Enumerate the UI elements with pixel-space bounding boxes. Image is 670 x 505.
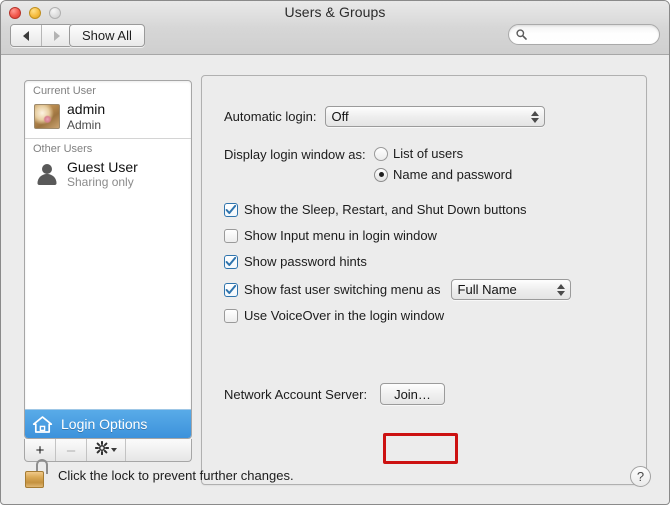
checkbox-box[interactable] [224,255,238,269]
forward-button [41,25,72,46]
checkbox-label: Use VoiceOver in the login window [244,308,444,323]
automatic-login-row: Automatic login: Off [224,106,545,127]
search-icon [516,29,527,40]
checkbox-box[interactable] [224,203,238,217]
checkbox-fast-user-switching[interactable]: Show fast user switching menu as Full Na… [224,279,571,300]
automatic-login-label: Automatic login: [224,109,317,124]
stepper-icon [531,111,539,123]
user-name: admin [67,101,105,118]
lock-bar: Click the lock to prevent further change… [1,453,669,505]
sidebar-item-label: Login Options [61,416,147,432]
checkbox-box[interactable] [224,309,238,323]
list-item-guest-user[interactable]: Guest User Sharing only [25,157,191,195]
checkbox-box[interactable] [224,229,238,243]
list-item-text: admin Admin [67,101,105,132]
preferences-toolbar: Show All [1,24,669,54]
fast-user-switching-popup[interactable]: Full Name [451,279,571,300]
person-silhouette-icon [34,162,60,187]
radio-button[interactable] [374,147,388,161]
automatic-login-popup[interactable]: Off [325,106,545,127]
display-login-window-label-row: Display login window as: [224,147,366,162]
user-role: Admin [67,118,105,132]
help-button[interactable]: ? [630,466,651,487]
checkbox-show-input-menu[interactable]: Show Input menu in login window [224,228,437,243]
radio-name-and-password[interactable]: Name and password [374,167,512,182]
checkbox-label: Show Input menu in login window [244,228,437,243]
list-item-admin[interactable]: admin Admin [25,99,191,137]
checkbox-label: Show the Sleep, Restart, and Shut Down b… [244,202,527,217]
window-title: Users & Groups [1,4,669,20]
back-button[interactable] [11,25,41,46]
show-all-button[interactable]: Show All [69,24,145,47]
navigation-segmented-control[interactable] [10,24,73,47]
sidebar-item-login-options[interactable]: Login Options [25,409,191,438]
preference-pane-content: Current User admin Admin Other Users [1,55,669,505]
chevron-right-icon [54,31,60,41]
users-list[interactable]: Current User admin Admin Other Users [24,80,192,439]
network-account-server-label: Network Account Server: [224,387,367,402]
join-button[interactable]: Join… [380,383,445,405]
search-field[interactable] [508,24,660,45]
checkbox-use-voiceover[interactable]: Use VoiceOver in the login window [224,308,444,323]
list-item-text: Guest User Sharing only [67,159,138,190]
stepper-icon [557,284,565,296]
checkbox-label: Show password hints [244,254,367,269]
checkbox-label: Show fast user switching menu as [244,282,441,297]
fast-user-switching-value: Full Name [458,282,517,297]
home-icon [32,414,54,434]
users-list-scroll: Current User admin Admin Other Users [25,81,191,438]
network-account-server-row: Network Account Server: Join… [224,383,445,405]
users-and-groups-window: Users & Groups Show All [0,0,670,505]
display-login-window-label: Display login window as: [224,147,366,162]
automatic-login-value: Off [332,109,349,124]
section-header-current-user: Current User [25,81,191,99]
radio-label: Name and password [393,167,512,182]
checkbox-show-sleep-restart-shutdown[interactable]: Show the Sleep, Restart, and Shut Down b… [224,202,527,217]
checkbox-show-password-hints[interactable]: Show password hints [224,254,367,269]
radio-list-of-users[interactable]: List of users [374,146,463,161]
section-header-other-users: Other Users [25,139,191,157]
chevron-left-icon [23,31,29,41]
radio-button[interactable] [374,168,388,182]
unlocked-padlock-icon[interactable] [25,459,49,489]
user-role: Sharing only [67,175,138,189]
avatar [34,104,60,129]
radio-label: List of users [393,146,463,161]
user-name: Guest User [67,159,138,176]
login-options-panel: Automatic login: Off Display login windo… [201,75,647,485]
window-titlebar: Users & Groups Show All [1,1,669,55]
lock-status-text: Click the lock to prevent further change… [58,468,294,483]
checkbox-box[interactable] [224,283,238,297]
chevron-down-icon [111,448,117,452]
